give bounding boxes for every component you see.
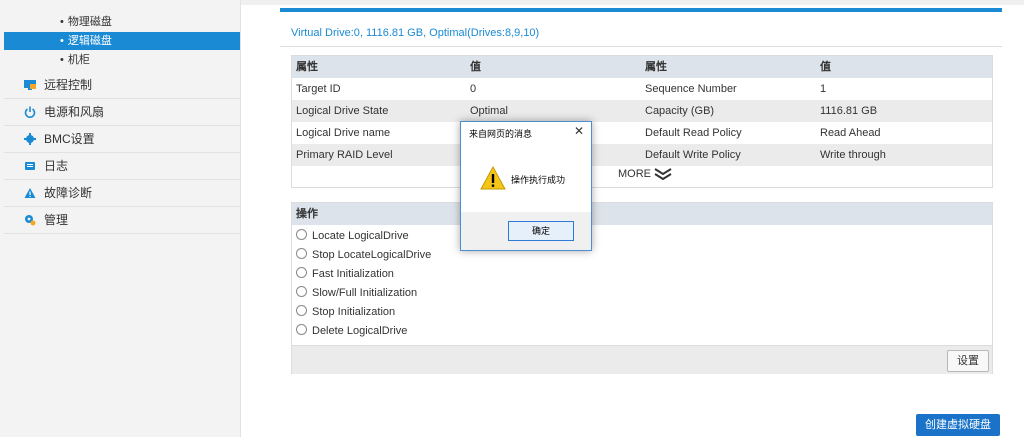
gear-icon	[24, 133, 36, 145]
radio-button[interactable]	[296, 286, 307, 297]
properties-table: 属性 值 属性 值 Target ID 0 Sequence Number 1 …	[291, 55, 993, 188]
sidebar-item-remote-control[interactable]: 远程控制	[4, 72, 240, 99]
sidebar-item-logs[interactable]: 日志	[4, 153, 240, 180]
sidebar-item-management[interactable]: 管理	[4, 207, 240, 234]
dialog-message: 操作执行成功	[511, 175, 566, 185]
sidebar-item-bmc-settings[interactable]: BMC设置	[4, 126, 240, 153]
radio-stop-locate-logical-drive[interactable]: Stop LocateLogicalDrive	[296, 246, 431, 264]
sidebar-item-diagnostics[interactable]: 故障诊断	[4, 180, 240, 207]
log-icon	[25, 162, 35, 170]
radio-locate-logical-drive[interactable]: Locate LogicalDrive	[296, 227, 409, 245]
set-button[interactable]: 设置	[947, 350, 989, 372]
create-virtual-disk-button[interactable]: 创建虚拟硬盘	[916, 414, 1000, 436]
more-link[interactable]: MORE	[618, 168, 672, 181]
sidebar-subitem-logical-disk[interactable]: • 逻辑磁盘	[4, 32, 240, 50]
operations-header: 操作	[292, 203, 992, 225]
power-icon	[24, 106, 36, 118]
warning-icon	[480, 166, 506, 190]
table-header-row: 属性 值 属性 值	[292, 56, 992, 78]
bullet: •	[60, 16, 64, 28]
radio-delete-logical-drive[interactable]: Delete LogicalDrive	[296, 322, 407, 340]
sidebar-subitem-enclosure[interactable]: • 机柜	[4, 51, 240, 69]
table-row: Target ID 0 Sequence Number 1	[296, 83, 827, 95]
close-icon[interactable]: ✕	[574, 124, 584, 138]
radio-button[interactable]	[296, 267, 307, 278]
ok-button[interactable]: 确定	[508, 221, 574, 241]
virtual-drive-title: Virtual Drive:0, 1116.81 GB, Optimal(Dri…	[291, 27, 540, 39]
divider	[280, 46, 1002, 47]
radio-button[interactable]	[296, 229, 307, 240]
content-top-bar	[280, 8, 1002, 12]
dialog-title: 来自网页的消息	[469, 129, 533, 139]
bullet: •	[60, 35, 64, 47]
table-row: Logical Drive State Optimal Capacity (GB…	[292, 100, 992, 122]
operations-panel: 操作 Locate LogicalDrive Stop LocateLogica…	[291, 202, 993, 374]
warning-icon	[24, 188, 36, 198]
settings-icon	[25, 215, 36, 226]
radio-button[interactable]	[296, 324, 307, 335]
operations-footer: 设置	[292, 345, 992, 374]
monitor-icon	[24, 80, 36, 90]
radio-stop-initialization[interactable]: Stop Initialization	[296, 303, 395, 321]
sidebar: • 物理磁盘 • 逻辑磁盘 • 机柜 远程控制 电源和风扇 BMC设置 日志 故障诊断…	[0, 0, 241, 437]
message-dialog: 来自网页的消息 ✕ 操作执行成功 确定	[460, 121, 592, 251]
bullet: •	[60, 54, 64, 66]
radio-fast-initialization[interactable]: Fast Initialization	[296, 265, 394, 283]
radio-button[interactable]	[296, 305, 307, 316]
sidebar-item-power-fan[interactable]: 电源和风扇	[4, 99, 240, 126]
table-row: Primary RAID Level Default Write Policy …	[292, 144, 992, 166]
radio-slow-full-initialization[interactable]: Slow/Full Initialization	[296, 284, 417, 302]
sidebar-subitem-physical-disk[interactable]: • 物理磁盘	[4, 13, 240, 31]
table-row: Logical Drive name Default Read Policy R…	[296, 127, 881, 139]
dialog-footer: 确定	[461, 212, 591, 250]
radio-button[interactable]	[296, 248, 307, 259]
double-chevron-down-icon	[654, 168, 672, 181]
